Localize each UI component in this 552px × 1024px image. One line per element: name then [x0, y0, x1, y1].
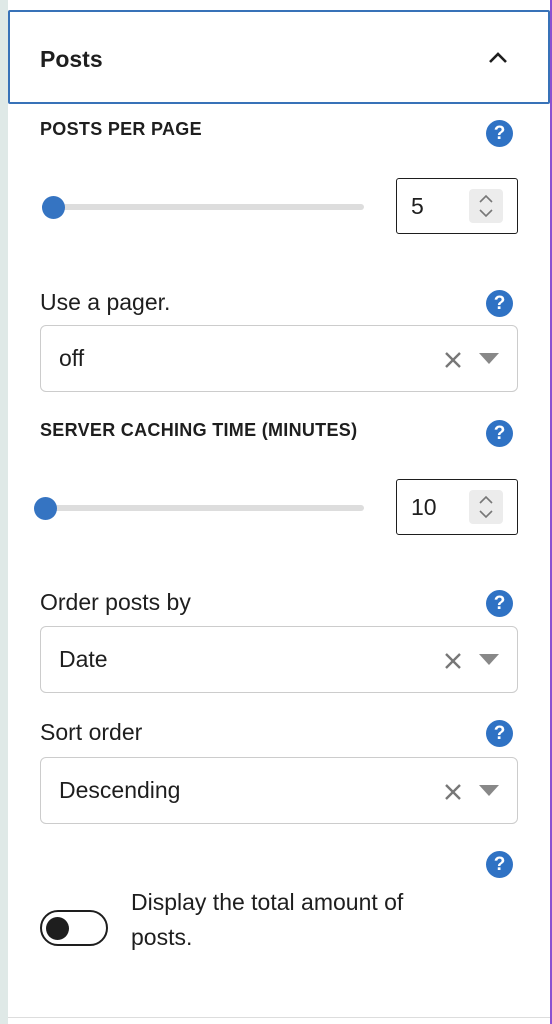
pager-selected-value: off — [59, 345, 85, 371]
posts-per-page-input[interactable]: 5 — [396, 178, 518, 234]
caching-time-slider-thumb[interactable] — [34, 497, 57, 520]
order-by-select[interactable]: Date — [40, 626, 518, 693]
sidebar-edge — [0, 0, 8, 1024]
posts-per-page-value: 5 — [411, 193, 424, 219]
panel-title: Posts — [40, 46, 103, 72]
caret-down-icon[interactable] — [479, 353, 499, 365]
help-icon[interactable]: ? — [486, 120, 513, 147]
caret-down-icon[interactable] — [479, 785, 499, 797]
spinner-arrows-icon — [479, 194, 493, 218]
caret-down-icon[interactable] — [479, 654, 499, 666]
help-icon[interactable]: ? — [486, 851, 513, 878]
toggle-knob — [46, 917, 69, 940]
display-total-toggle[interactable] — [40, 910, 108, 946]
clear-icon[interactable] — [443, 651, 463, 671]
sort-order-select[interactable]: Descending — [40, 757, 518, 824]
caching-time-input[interactable]: 10 — [396, 479, 518, 535]
caching-time-value: 10 — [411, 494, 437, 520]
posts-per-page-label: POSTS PER PAGE — [40, 119, 202, 139]
help-icon[interactable]: ? — [486, 720, 513, 747]
sort-order-label: Sort order — [40, 719, 143, 745]
caching-time-label: SERVER CACHING TIME (MINUTES) — [40, 420, 358, 440]
display-total-label: Display the total amount of posts. — [131, 889, 404, 950]
help-icon[interactable]: ? — [486, 590, 513, 617]
posts-per-page-slider[interactable] — [42, 204, 364, 210]
order-by-label: Order posts by — [40, 589, 191, 615]
spinner-arrows-icon — [479, 495, 493, 519]
number-spinner[interactable] — [469, 189, 503, 223]
pager-label: Use a pager. — [40, 289, 171, 315]
order-by-selected-value: Date — [59, 646, 108, 672]
clear-icon[interactable] — [443, 350, 463, 370]
divider — [8, 1017, 550, 1018]
posts-per-page-slider-thumb[interactable] — [42, 196, 65, 219]
help-icon[interactable]: ? — [486, 420, 513, 447]
help-icon[interactable]: ? — [486, 290, 513, 317]
chevron-up-icon[interactable] — [486, 46, 510, 70]
number-spinner[interactable] — [469, 490, 503, 524]
posts-panel-header[interactable]: Posts — [8, 10, 550, 104]
caching-time-slider[interactable] — [42, 505, 364, 511]
clear-icon[interactable] — [443, 782, 463, 802]
pager-select[interactable]: off — [40, 325, 518, 392]
sort-order-selected-value: Descending — [59, 777, 181, 803]
